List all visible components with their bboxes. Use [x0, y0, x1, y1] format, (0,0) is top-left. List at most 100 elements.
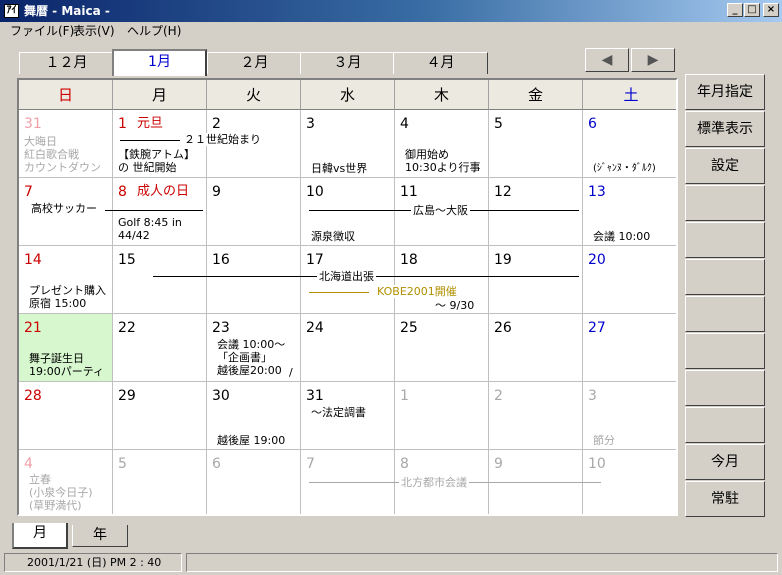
standard-view-button[interactable]: 標準表示 [685, 111, 765, 147]
day-number: 27 [588, 320, 606, 336]
day-number: 3 [588, 388, 597, 404]
day-number: 2 [212, 116, 221, 132]
blank-button-4[interactable] [685, 296, 765, 332]
tab-month-mar[interactable]: ３月 [300, 52, 395, 74]
event-text: 44/42 [118, 229, 150, 242]
tab-year-view[interactable]: 年 [72, 525, 128, 547]
day-cell[interactable]: 14 プレゼント購入 原宿 15:00 [19, 246, 113, 314]
day-number: 9 [212, 184, 221, 200]
day-number: 17 [306, 252, 324, 268]
day-cell[interactable]: 24 [301, 314, 395, 382]
blank-button-2[interactable] [685, 222, 765, 258]
day-cell[interactable]: 6 (ｼﾞｬﾝﾇ・ﾀﾞﾙｸ) [583, 110, 676, 178]
resident-button[interactable]: 常駐 [685, 481, 765, 517]
event-text: (ｼﾞｬﾝﾇ・ﾀﾞﾙｸ) [593, 163, 656, 174]
day-number: 7 [306, 456, 315, 472]
menu-help[interactable]: ヘルプ(H) [127, 24, 181, 38]
event-text: 立春 [29, 473, 51, 486]
day-cell[interactable]: 5 [489, 110, 583, 178]
overflow-mark: / [289, 366, 293, 379]
day-number: 13 [588, 184, 606, 200]
next-month-button[interactable]: ▶ [631, 48, 675, 72]
blank-button-6[interactable] [685, 370, 765, 406]
tab-month-view[interactable]: 月 [12, 523, 68, 549]
tab-month-feb[interactable]: ２月 [207, 52, 302, 74]
day-cell[interactable]: 3 日韓vs世界 [301, 110, 395, 178]
event-text: ～法定調書 [311, 406, 366, 419]
event-text: 御用始め [405, 148, 449, 161]
day-number: 30 [212, 388, 230, 404]
day-cell[interactable]: 20 [583, 246, 676, 314]
day-number: 4 [24, 456, 33, 472]
status-pane-extra [186, 553, 778, 572]
day-cell[interactable]: 30 越後屋 19:00 [207, 382, 301, 450]
event-text: 日韓vs世界 [311, 162, 368, 175]
span-bar [309, 292, 369, 293]
weekday-sun: 日 [19, 80, 113, 110]
day-cell[interactable]: 16 [207, 246, 301, 314]
day-cell[interactable]: 12 [489, 178, 583, 246]
day-cell[interactable]: 9 [207, 178, 301, 246]
day-cell-today[interactable]: 21 舞子誕生日 19:00パーティ [19, 314, 113, 382]
blank-button-3[interactable] [685, 259, 765, 295]
weekday-thu: 木 [395, 80, 489, 110]
day-cell[interactable]: 15 [113, 246, 207, 314]
day-cell[interactable]: 9 [489, 450, 583, 514]
tab-month-jan[interactable]: 1月 [112, 49, 207, 76]
event-text: 「企画書」 [217, 351, 272, 364]
maximize-button[interactable]: □ [744, 3, 760, 17]
day-cell[interactable]: 23 会議 10:00～ 「企画書」 越後屋20:00 / [207, 314, 301, 382]
day-cell[interactable]: 26 [489, 314, 583, 382]
event-text: 越後屋 19:00 [217, 434, 286, 447]
day-cell[interactable]: 25 [395, 314, 489, 382]
day-number: 4 [400, 116, 409, 132]
day-cell[interactable]: 31 大晦日 紅白歌合戦 カウントダウン [19, 110, 113, 178]
app-icon[interactable]: ｱｲ [4, 4, 19, 18]
day-cell[interactable]: 5 [113, 450, 207, 514]
day-cell[interactable]: 22 [113, 314, 207, 382]
day-number: 24 [306, 320, 324, 336]
blank-button-7[interactable] [685, 407, 765, 443]
day-number: 18 [400, 252, 418, 268]
span-event-hiroshima: 広島～大阪 [411, 204, 470, 217]
prev-month-button[interactable]: ◀ [585, 48, 629, 72]
menu-view[interactable]: 表示(V) [73, 24, 115, 38]
day-number: 31 [24, 116, 42, 132]
event-text: の 世紀開始 [118, 161, 177, 174]
menu-file[interactable]: ファイル(F) [10, 24, 74, 38]
day-cell[interactable]: 7 [301, 450, 395, 514]
day-cell[interactable]: 29 [113, 382, 207, 450]
day-cell[interactable]: 31 ～法定調書 [301, 382, 395, 450]
day-cell[interactable]: 2 [489, 382, 583, 450]
blank-button-1[interactable] [685, 185, 765, 221]
day-number: 9 [494, 456, 503, 472]
event-text: プレゼント購入 [29, 284, 106, 297]
day-cell[interactable]: 19 [489, 246, 583, 314]
this-month-button[interactable]: 今月 [685, 444, 765, 480]
tab-month-apr[interactable]: ４月 [393, 52, 488, 74]
close-button[interactable]: × [763, 3, 779, 17]
day-cell[interactable]: 6 [207, 450, 301, 514]
settings-button[interactable]: 設定 [685, 148, 765, 184]
day-cell[interactable]: 10 [583, 450, 676, 514]
blank-button-5[interactable] [685, 333, 765, 369]
day-number: 1 [400, 388, 409, 404]
select-year-month-button[interactable]: 年月指定 [685, 74, 765, 110]
tab-month-dec[interactable]: １２月 [19, 52, 114, 74]
minimize-button[interactable]: _ [727, 3, 743, 17]
day-number: 20 [588, 252, 606, 268]
day-cell[interactable]: 7 高校サッカー [19, 178, 113, 246]
day-cell[interactable]: 3 節分 [583, 382, 676, 450]
day-cell[interactable]: 8 成人の日 Golf 8:45 in 44/42 [113, 178, 207, 246]
day-cell[interactable]: 4 御用始め 10:30より行事 [395, 110, 489, 178]
day-number: 25 [400, 320, 418, 336]
day-cell[interactable]: 13 会議 10:00 [583, 178, 676, 246]
span-bar [120, 140, 180, 141]
day-number: 12 [494, 184, 512, 200]
day-cell[interactable]: 1 [395, 382, 489, 450]
month-calendar: 日 月 火 水 木 金 土 31 大晦日 紅白歌合戦 カウントダウン 1 元旦 … [17, 78, 678, 516]
day-cell[interactable]: 27 [583, 314, 676, 382]
day-cell[interactable]: 10 源泉徴収 [301, 178, 395, 246]
day-cell[interactable]: 4 立春 (小泉今日子) (草野満代) [19, 450, 113, 514]
day-cell[interactable]: 28 [19, 382, 113, 450]
